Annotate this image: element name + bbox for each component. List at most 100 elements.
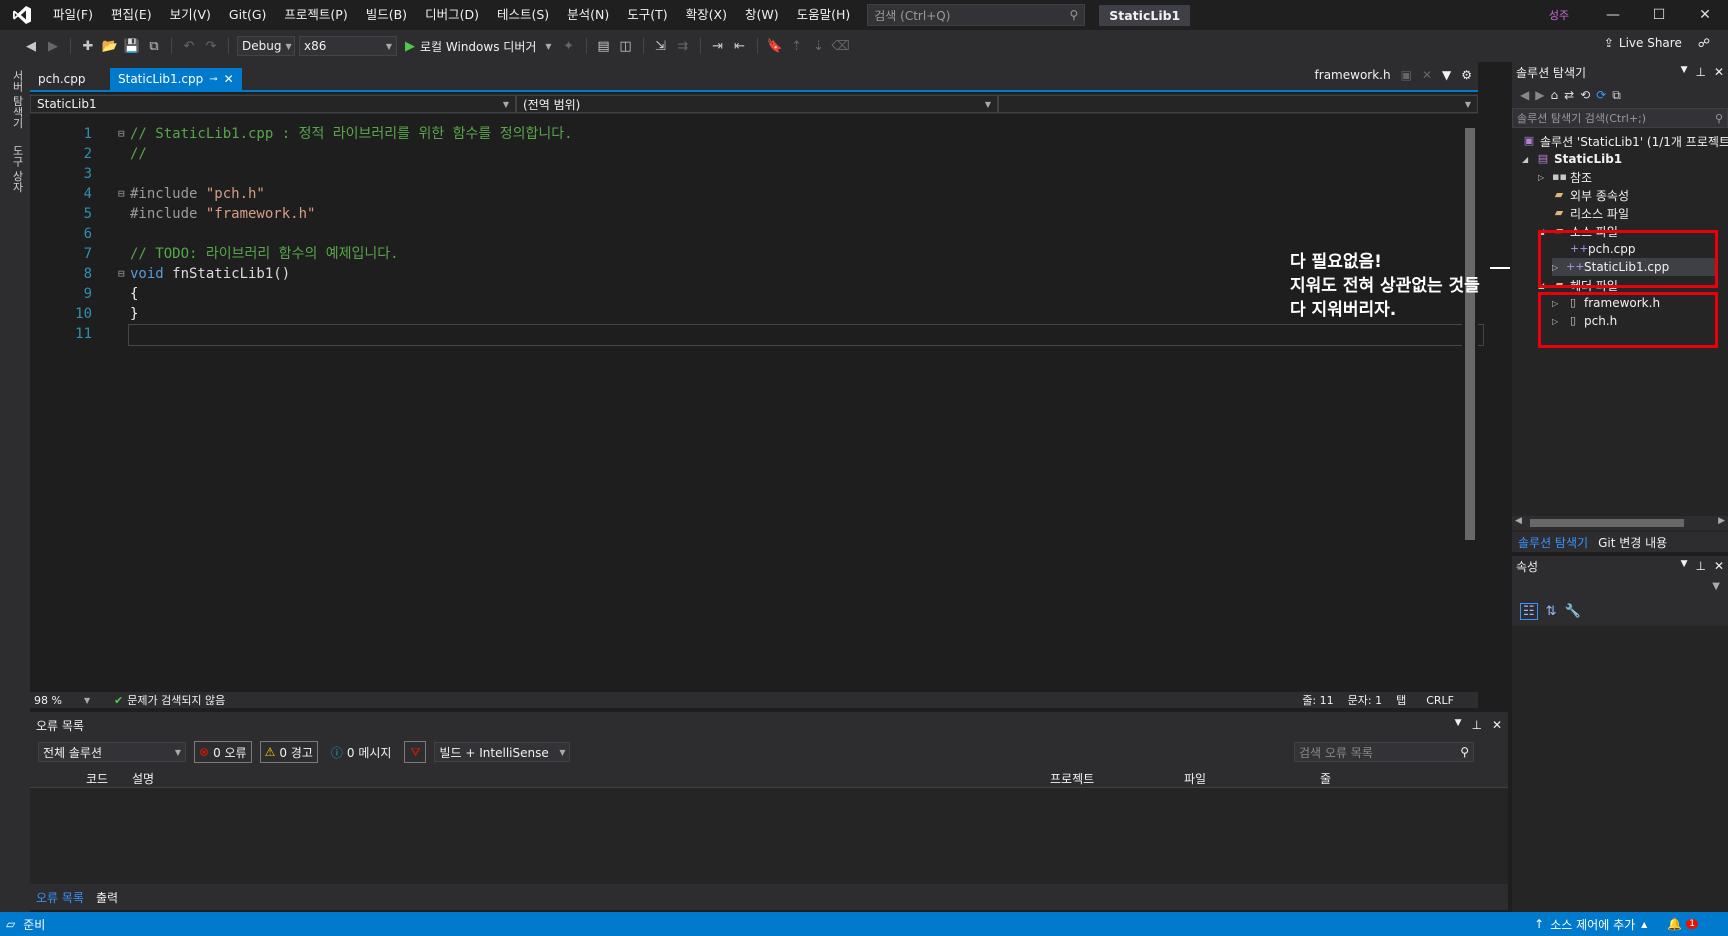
step-over-icon[interactable]: ⇉ — [674, 37, 692, 55]
browse-icon[interactable]: ▤ — [595, 37, 613, 55]
warnings-filter-button[interactable]: ⚠ 0 경고 — [259, 741, 318, 763]
next-bookmark-icon[interactable]: ⇣ — [810, 37, 828, 55]
source-control-button[interactable]: 소스 제어에 추가 — [1550, 916, 1635, 933]
chevron-down-icon[interactable]: ▼ — [84, 696, 114, 705]
notification-badge[interactable]: 1 — [1686, 919, 1698, 929]
menu-tools[interactable]: 도구(T) — [618, 0, 676, 30]
bookmark-icon[interactable]: 🔖 — [766, 37, 784, 55]
maximize-button[interactable]: ☐ — [1636, 0, 1682, 30]
back-icon[interactable]: ◀ — [22, 37, 40, 55]
start-debugging-button[interactable]: ▶ 로컬 Windows 디버거 ▼ — [401, 38, 556, 55]
server-explorer-tab[interactable]: 서버 탐색기 — [9, 62, 25, 137]
gear-icon[interactable]: ⚙ — [1461, 68, 1472, 82]
preview-tab[interactable]: framework.h — [1315, 68, 1391, 82]
toolbox-tab[interactable]: 도구 상자 — [9, 137, 25, 201]
tab-list-icon[interactable]: ▼ — [1442, 68, 1451, 82]
pin-icon[interactable]: ⊸ — [209, 74, 217, 85]
alphabetical-icon[interactable]: ⇅ — [1546, 604, 1557, 619]
menu-git[interactable]: Git(G) — [220, 0, 276, 30]
scroll-right-icon[interactable]: ▶ — [1718, 516, 1725, 526]
col-code[interactable]: 코드 — [86, 770, 108, 787]
screenshot-icon[interactable]: ◫ — [617, 37, 635, 55]
errors-filter-button[interactable]: ⊗ 0 오류 — [194, 741, 252, 763]
tab-indicator[interactable]: 탭 — [1396, 692, 1406, 708]
minimize-button[interactable]: — — [1590, 0, 1636, 30]
expanded-icon[interactable]: ◢ — [1522, 155, 1532, 164]
close-tab-icon[interactable]: ✕ — [224, 72, 234, 86]
collapse-all-icon[interactable]: ⧉ — [1612, 88, 1621, 103]
tab-git-changes[interactable]: Git 변경 내용 — [1598, 534, 1667, 551]
col-description[interactable]: 설명 — [132, 770, 154, 787]
menu-window[interactable]: 창(W) — [736, 0, 788, 30]
scope-dropdown[interactable]: (전역 범위) ▼ — [516, 95, 998, 113]
bell-icon[interactable]: 🔔 — [1667, 917, 1682, 931]
build-filter-select[interactable]: 빌드 + IntelliSense ▼ — [434, 742, 571, 762]
tab-pch-cpp[interactable]: pch.cpp — [30, 68, 93, 90]
tree-solution[interactable]: ▣ 솔루션 'StaticLib1' (1/1개 프로젝트) — [1522, 132, 1728, 150]
undo-icon[interactable]: ↶ — [180, 37, 198, 55]
scope-select[interactable]: 전체 솔루션 ▼ — [38, 742, 186, 762]
chevron-down-icon[interactable]: ▼ — [1681, 65, 1688, 79]
menu-file[interactable]: 파일(F) — [44, 0, 102, 30]
feedback-icon[interactable]: ☍ — [1698, 36, 1710, 50]
pin-icon[interactable]: ⊥ — [1695, 559, 1705, 573]
outdent-icon[interactable]: ⇤ — [731, 37, 749, 55]
new-item-icon[interactable]: ✚ — [79, 37, 97, 55]
solution-hscrollbar[interactable]: ◀ ▶ — [1512, 516, 1728, 530]
menu-test[interactable]: 테스트(S) — [488, 0, 558, 30]
switch-views-icon[interactable]: ⇄ — [1564, 88, 1574, 102]
collapsed-icon[interactable]: ▷ — [1538, 173, 1548, 182]
collapse-icon[interactable]: ⊟ — [118, 184, 125, 204]
menu-edit[interactable]: 편집(E) — [102, 0, 161, 30]
solution-search-input[interactable]: 솔루션 탐색기 검색(Ctrl+;) ⚲ — [1512, 108, 1728, 128]
menu-view[interactable]: 보기(V) — [161, 0, 220, 30]
fire-icon[interactable]: ✦ — [560, 37, 578, 55]
filter-icon[interactable]: ⛛ — [404, 741, 427, 763]
scroll-left-icon[interactable]: ◀ — [1515, 516, 1522, 526]
tab-error-list[interactable]: 오류 목록 — [36, 889, 84, 906]
tab-solution-explorer[interactable]: 솔루션 탐색기 — [1518, 534, 1588, 551]
col-file[interactable]: 파일 — [1184, 770, 1206, 787]
save-all-icon[interactable]: ⧉ — [145, 37, 163, 55]
editor-scrollbar[interactable] — [1462, 116, 1478, 692]
platform-select[interactable]: x86 ▼ — [299, 36, 397, 56]
step-icon[interactable]: ⇲ — [652, 37, 670, 55]
configuration-select[interactable]: Debug ▼ — [237, 36, 295, 56]
project-dropdown[interactable]: StaticLib1 ▼ — [30, 95, 516, 113]
scrollbar-thumb[interactable] — [1465, 128, 1475, 540]
pin-icon[interactable]: ⊥ — [1471, 718, 1481, 732]
sync-icon[interactable]: ⟳ — [1596, 88, 1606, 102]
history-icon[interactable]: ⟲ — [1580, 88, 1590, 102]
forward-icon[interactable]: ▶ — [1535, 88, 1544, 102]
tree-external-deps[interactable]: ▰ 외부 종속성 — [1552, 186, 1629, 204]
menu-debug[interactable]: 디버그(D) — [416, 0, 488, 30]
col-line[interactable]: 줄 — [1320, 770, 1331, 787]
col-project[interactable]: 프로젝트 — [1050, 770, 1094, 787]
zoom-level[interactable]: 98 % — [34, 694, 84, 707]
collapse-icon[interactable]: ⊟ — [118, 124, 125, 144]
close-panel-icon[interactable]: ✕ — [1714, 65, 1724, 79]
pin-icon[interactable]: ⊥ — [1695, 65, 1705, 79]
close-button[interactable]: ✕ — [1682, 0, 1728, 30]
home-icon[interactable]: ⌂ — [1550, 88, 1558, 102]
indent-icon[interactable]: ⇥ — [709, 37, 727, 55]
messages-filter-button[interactable]: ⓘ 0 메시지 — [326, 741, 397, 763]
close-panel-icon[interactable]: ✕ — [1492, 718, 1502, 732]
chevron-up-icon[interactable]: ▲ — [1641, 920, 1647, 929]
search-input[interactable]: 검색 (Ctrl+Q) ⚲ — [867, 4, 1086, 26]
menu-build[interactable]: 빌드(B) — [357, 0, 416, 30]
prev-bookmark-icon[interactable]: ⇡ — [788, 37, 806, 55]
chevron-down-icon[interactable]: ▼ — [1455, 718, 1462, 732]
scrollbar-thumb[interactable] — [1530, 519, 1684, 527]
back-icon[interactable]: ◀ — [1520, 88, 1529, 102]
open-folder-icon[interactable]: 📂 — [101, 37, 119, 55]
tree-resource-files[interactable]: ▰ 리소스 파일 — [1552, 204, 1629, 222]
tree-project[interactable]: ◢ ▤ StaticLib1 — [1522, 150, 1622, 168]
forward-icon[interactable]: ▶ — [44, 37, 62, 55]
property-pages-icon[interactable]: 🔧 — [1565, 604, 1581, 619]
tab-staticlib1-cpp[interactable]: StaticLib1.cpp ⊸ ✕ — [110, 68, 242, 90]
member-dropdown[interactable]: ▼ — [998, 95, 1478, 113]
keep-open-icon[interactable]: ▣ — [1401, 68, 1412, 82]
redo-icon[interactable]: ↷ — [202, 37, 220, 55]
save-icon[interactable]: 💾 — [123, 37, 141, 55]
